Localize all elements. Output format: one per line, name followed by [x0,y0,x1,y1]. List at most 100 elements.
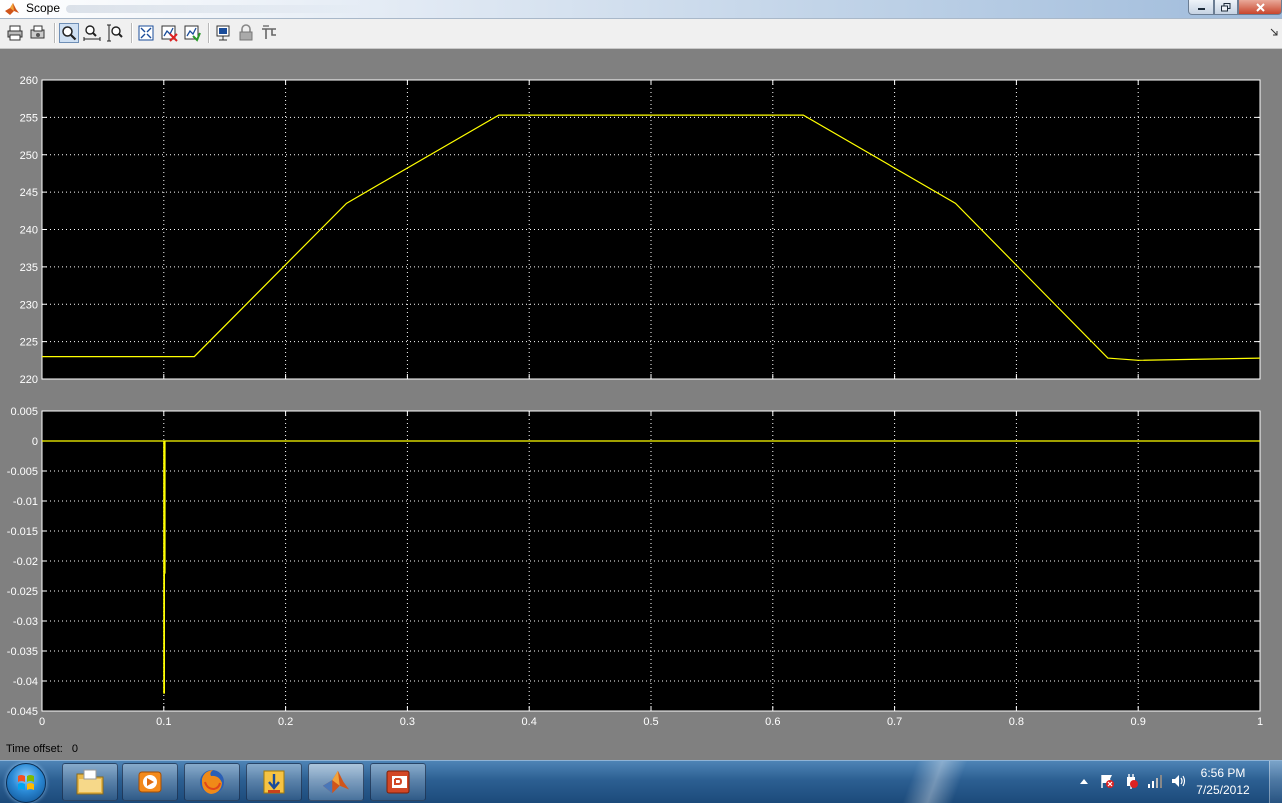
y-tick-label: 225 [20,337,38,349]
minimize-icon [1197,8,1205,10]
y-tick-label: -0.015 [7,526,38,538]
explorer-icon [76,769,104,795]
installer-icon [263,770,285,794]
y-tick-label: -0.035 [7,646,38,658]
signal-selection-button[interactable] [259,23,279,43]
taskbar-explorer-button[interactable] [62,763,118,801]
tray-show-hidden-button[interactable] [1076,773,1092,789]
x-tick-label: 0.8 [1009,716,1024,728]
firefox-icon [200,770,224,794]
simulink-ppt-icon [386,770,410,794]
close-icon [1255,2,1265,12]
show-desktop-button[interactable] [1269,761,1282,803]
y-tick-label: -0.025 [7,586,38,598]
restore-axes-button[interactable] [182,23,202,43]
lock-button[interactable] [236,23,256,43]
start-button[interactable] [6,763,46,803]
action-center-flag-icon [1101,775,1114,788]
x-tick-label: 0.1 [156,716,171,728]
zoom-x-button[interactable] [82,23,102,43]
taskbar-media-player-button[interactable] [122,763,178,801]
time-offset-label: Time offset: [6,743,63,755]
save-axes-icon [161,25,178,42]
y-tick-label: 240 [20,225,38,237]
zoom-icon [62,26,77,41]
y-tick-label: 260 [20,75,38,87]
y-tick-label: 255 [20,112,38,124]
zoom-y-icon [107,24,123,42]
y-tick-label: -0.03 [13,616,38,628]
print-button[interactable] [5,23,25,43]
y-tick-label: -0.045 [7,706,38,718]
toolbar-arrow-icon [1270,28,1278,39]
title-bar: Scope [0,0,1282,19]
windows-logo-icon [18,775,34,790]
tray-action-center-button[interactable] [1099,773,1115,789]
autoscale-icon [138,25,154,41]
time-offset-value: 0 [71,743,79,755]
x-tick-label: 0.5 [643,716,658,728]
title-path-blur [66,5,366,13]
y-tick-label: -0.01 [13,496,38,508]
x-tick-label: 0 [39,716,45,728]
restore-axes-icon [184,25,201,42]
autoscale-button[interactable] [136,23,156,43]
signal-selection-icon [262,25,276,39]
minimize-button[interactable] [1188,0,1214,15]
x-tick-label: 0.3 [400,716,415,728]
signal-bars-icon [1148,775,1162,788]
taskbar-firefox-button[interactable] [184,763,240,801]
restore-icon [1221,2,1231,11]
matlab-icon [322,770,350,794]
y-tick-label: -0.04 [13,676,38,688]
y-tick-label: 0.005 [10,406,38,418]
print-icon [7,25,23,41]
tray-power-button[interactable] [1123,773,1139,789]
scope-plot-area: 220 225 230 235 240 245 250 255 260 -0.045 -0.04 -0… [0,49,1282,739]
window-title: Scope [26,1,61,15]
speaker-icon [1172,775,1186,787]
power-plug-icon [1127,774,1138,789]
media-player-icon [138,771,162,793]
clock-time: 6:56 PM [1200,766,1246,780]
toolbar [0,19,1282,49]
x-tick-label: 0.6 [765,716,780,728]
chevron-up-icon [1080,779,1088,784]
restore-button[interactable] [1214,0,1238,15]
y-tick-label: 235 [20,262,38,274]
taskbar-installer-button[interactable] [246,763,302,801]
taskbar-simulink-ppt-button[interactable] [370,763,426,801]
close-button[interactable] [1238,0,1282,15]
y-tick-label: 220 [20,374,38,386]
floating-scope-button[interactable] [213,23,233,43]
y-tick-label: 230 [20,299,38,311]
x-tick-label: 0.7 [887,716,902,728]
tray-volume-button[interactable] [1171,773,1187,789]
tray-network-button[interactable] [1147,773,1163,789]
taskbar: 6:56 PM 7/25/2012 [0,760,1282,803]
scope-axes[interactable]: 220 225 230 235 240 245 250 255 260 -0.045 -0.04 -0… [0,49,1282,739]
zoom-x-icon [83,25,101,41]
y-tick-label: 0 [32,436,38,448]
x-tick-label: 0.4 [522,716,537,728]
zoom-y-button[interactable] [105,23,125,43]
save-axes-button[interactable] [159,23,179,43]
x-tick-label: 0.9 [1131,716,1146,728]
window-controls [1188,0,1282,15]
lock-icon [239,24,253,41]
y-tick-label: 245 [20,187,38,199]
status-bar: Time offset: 0 [6,743,78,755]
parameters-button[interactable] [28,23,48,43]
y-tick-label: 250 [20,150,38,162]
taskbar-matlab-button[interactable] [308,763,364,801]
clock-date: 7/25/2012 [1196,783,1250,797]
x-tick-label: 1 [1257,716,1263,728]
zoom-button[interactable] [59,23,79,43]
x-tick-label: 0.2 [278,716,293,728]
y-tick-label: -0.005 [7,466,38,478]
parameters-icon [30,25,45,39]
matlab-icon [5,3,19,15]
taskbar-clock[interactable]: 6:56 PM 7/25/2012 [1188,765,1258,799]
y-tick-label: -0.02 [13,556,38,568]
floating-scope-icon [216,25,230,41]
